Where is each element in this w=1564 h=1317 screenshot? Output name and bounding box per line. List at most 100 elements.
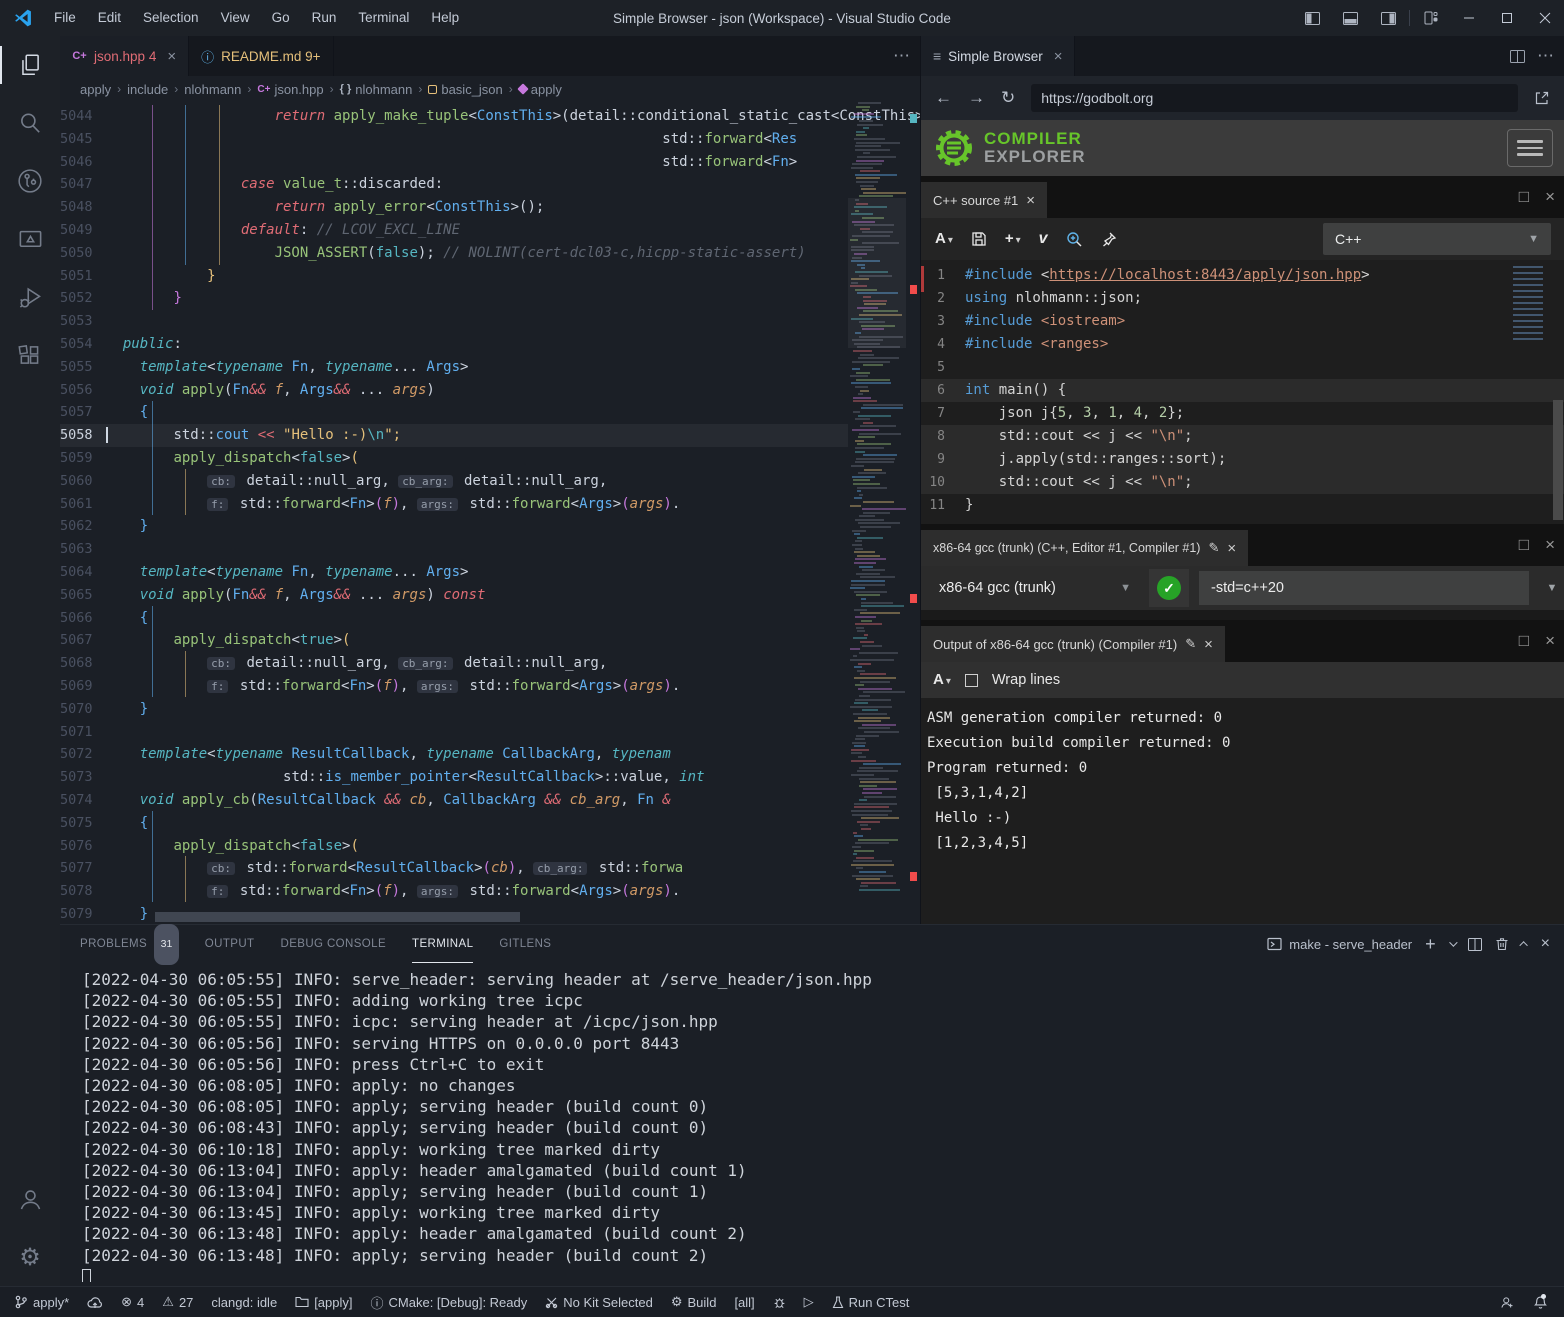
menu-edit[interactable]: Edit bbox=[87, 0, 132, 36]
close-icon[interactable]: × bbox=[1026, 192, 1035, 209]
menu-help[interactable]: Help bbox=[420, 0, 470, 36]
bell-icon[interactable] bbox=[1533, 1295, 1548, 1310]
new-terminal-icon[interactable]: + bbox=[1425, 934, 1436, 955]
tab-simple-browser[interactable]: ≡ Simple Browser × bbox=[921, 36, 1075, 76]
more-actions-icon[interactable]: ⋯ bbox=[1537, 46, 1554, 66]
tab-terminal[interactable]: TERMINAL bbox=[412, 925, 473, 963]
extensions-icon[interactable] bbox=[0, 326, 60, 384]
language-select[interactable]: C++▼ bbox=[1323, 223, 1551, 255]
maximize-button[interactable] bbox=[1488, 0, 1526, 36]
maximize-panel-icon[interactable] bbox=[1519, 941, 1527, 949]
compiler-select[interactable]: x86-64 gcc (trunk)▼ bbox=[931, 572, 1139, 604]
terminal-dropdown-icon[interactable] bbox=[1449, 938, 1457, 946]
source-editor[interactable]: 1#include <https://localhost:8443/apply/… bbox=[921, 260, 1564, 524]
explorer-icon[interactable] bbox=[0, 36, 60, 94]
rename-icon[interactable]: ✎ bbox=[1185, 636, 1196, 652]
menu-view[interactable]: View bbox=[210, 0, 261, 36]
tab-gitlens[interactable]: GITLENS bbox=[499, 925, 551, 963]
pin-icon[interactable] bbox=[1101, 231, 1117, 247]
feedback-icon[interactable] bbox=[1500, 1295, 1515, 1310]
compiler-tab[interactable]: x86-64 gcc (trunk) (C++, Editor #1, Comp… bbox=[921, 530, 1248, 566]
close-pane-icon[interactable]: × bbox=[1545, 187, 1555, 207]
close-icon[interactable]: × bbox=[1227, 540, 1236, 557]
status-item-apply[interactable]: apply* bbox=[14, 1295, 69, 1310]
source-tab[interactable]: C++ source #1 × bbox=[921, 182, 1047, 218]
toggle-secondary-sidebar-icon[interactable] bbox=[1369, 0, 1407, 36]
breadcrumb-item[interactable]: apply bbox=[80, 82, 111, 97]
code-editor[interactable]: 5044 return apply_make_tuple<ConstThis>(… bbox=[60, 102, 920, 924]
terminal-content[interactable]: [2022-04-30 06:05:55] INFO: serve_header… bbox=[82, 969, 1554, 1282]
terminal-instance[interactable]: make - serve_header bbox=[1267, 937, 1412, 952]
maximize-pane-icon[interactable]: □ bbox=[1519, 631, 1529, 651]
toggle-panel-icon[interactable] bbox=[1331, 0, 1369, 36]
menu-run[interactable]: Run bbox=[301, 0, 348, 36]
breadcrumb-item[interactable]: basic_json bbox=[428, 82, 502, 97]
status-item-all[interactable]: [all] bbox=[734, 1295, 754, 1310]
status-item-no-kit-selected[interactable]: No Kit Selected bbox=[545, 1295, 653, 1310]
close-pane-icon[interactable]: × bbox=[1545, 631, 1555, 651]
customize-layout-icon[interactable] bbox=[1412, 0, 1450, 36]
status-item-27[interactable]: ⚠27 bbox=[162, 1294, 193, 1310]
status-item-run-ctest[interactable]: Run CTest bbox=[832, 1295, 910, 1310]
back-icon[interactable]: ← bbox=[935, 88, 952, 108]
output-tab[interactable]: Output of x86-64 gcc (trunk) (Compiler #… bbox=[921, 626, 1225, 662]
close-tab-icon[interactable]: × bbox=[1054, 48, 1063, 65]
close-panel-icon[interactable]: × bbox=[1541, 935, 1550, 953]
status-item-build[interactable]: ⚙Build bbox=[671, 1294, 717, 1310]
forward-icon[interactable]: → bbox=[968, 88, 985, 108]
options-dropdown-icon[interactable]: ▼ bbox=[1539, 582, 1564, 594]
split-editor-icon[interactable] bbox=[1510, 50, 1525, 63]
more-actions-icon[interactable]: ⋯ bbox=[893, 46, 910, 66]
settings-gear-icon[interactable]: ⚙ bbox=[0, 1228, 60, 1286]
search-icon[interactable] bbox=[0, 94, 60, 152]
close-button[interactable] bbox=[1526, 0, 1564, 36]
kill-terminal-icon[interactable] bbox=[1495, 937, 1509, 951]
source-control-icon[interactable] bbox=[0, 152, 60, 210]
font-size-button[interactable]: A▾ bbox=[935, 230, 953, 248]
zoom-icon[interactable] bbox=[1066, 231, 1083, 248]
tab-debug-console[interactable]: DEBUG CONSOLE bbox=[280, 925, 386, 963]
menu-go[interactable]: Go bbox=[261, 0, 301, 36]
close-tab-icon[interactable]: × bbox=[167, 48, 176, 65]
minimize-button[interactable] bbox=[1450, 0, 1488, 36]
close-pane-icon[interactable]: × bbox=[1545, 535, 1555, 555]
vim-mode-icon[interactable]: v bbox=[1039, 230, 1048, 248]
maximize-pane-icon[interactable]: □ bbox=[1519, 187, 1529, 207]
tab-readme-md[interactable]: ⓘ README.md 9+ bbox=[189, 36, 333, 76]
menu-terminal[interactable]: Terminal bbox=[347, 0, 420, 36]
breadcrumb[interactable]: apply› include› nlohmann› C+json.hpp› { … bbox=[60, 76, 920, 102]
status-item-4[interactable]: ⊗4 bbox=[121, 1294, 144, 1310]
breadcrumb-item[interactable]: nlohmann bbox=[184, 82, 241, 97]
status-item-clangd-idle[interactable]: clangd: idle bbox=[211, 1295, 277, 1310]
status-item[interactable]: ▷ bbox=[804, 1294, 814, 1310]
status-item[interactable] bbox=[87, 1296, 103, 1309]
wrap-lines-checkbox[interactable] bbox=[965, 674, 978, 687]
source-scrollbar[interactable] bbox=[1553, 400, 1563, 520]
font-size-button[interactable]: A▾ bbox=[933, 671, 951, 689]
breadcrumb-item[interactable]: apply bbox=[519, 82, 562, 97]
hamburger-menu-icon[interactable] bbox=[1507, 129, 1553, 167]
compiler-options-input[interactable]: -std=c++20 bbox=[1199, 571, 1529, 605]
reload-icon[interactable]: ↻ bbox=[1001, 88, 1015, 108]
run-and-debug-icon[interactable] bbox=[0, 268, 60, 326]
horizontal-scrollbar[interactable] bbox=[155, 912, 520, 922]
status-item-apply[interactable]: [apply] bbox=[295, 1295, 352, 1310]
menu-selection[interactable]: Selection bbox=[132, 0, 210, 36]
status-item[interactable] bbox=[773, 1296, 786, 1309]
accounts-icon[interactable] bbox=[0, 1170, 60, 1228]
toggle-sidebar-icon[interactable] bbox=[1293, 0, 1331, 36]
tab-json-hpp[interactable]: C+ json.hpp 4 × bbox=[60, 36, 189, 76]
add-pane-button[interactable]: +▾ bbox=[1005, 230, 1021, 248]
menu-file[interactable]: File bbox=[43, 0, 87, 36]
maximize-pane-icon[interactable]: □ bbox=[1519, 535, 1529, 555]
breadcrumb-item[interactable]: C+json.hpp bbox=[257, 82, 323, 97]
split-terminal-icon[interactable] bbox=[1468, 938, 1482, 951]
tab-output[interactable]: OUTPUT bbox=[205, 925, 255, 963]
cmake-icon[interactable] bbox=[0, 210, 60, 268]
save-icon[interactable] bbox=[971, 231, 987, 247]
minimap-slider[interactable] bbox=[848, 198, 906, 348]
breadcrumb-item[interactable]: { }nlohmann bbox=[340, 82, 413, 97]
url-input[interactable]: https://godbolt.org bbox=[1031, 84, 1518, 112]
status-item-cmake-debug-ready[interactable]: ⓘCMake: [Debug]: Ready bbox=[371, 1293, 528, 1312]
open-external-icon[interactable] bbox=[1534, 90, 1550, 106]
